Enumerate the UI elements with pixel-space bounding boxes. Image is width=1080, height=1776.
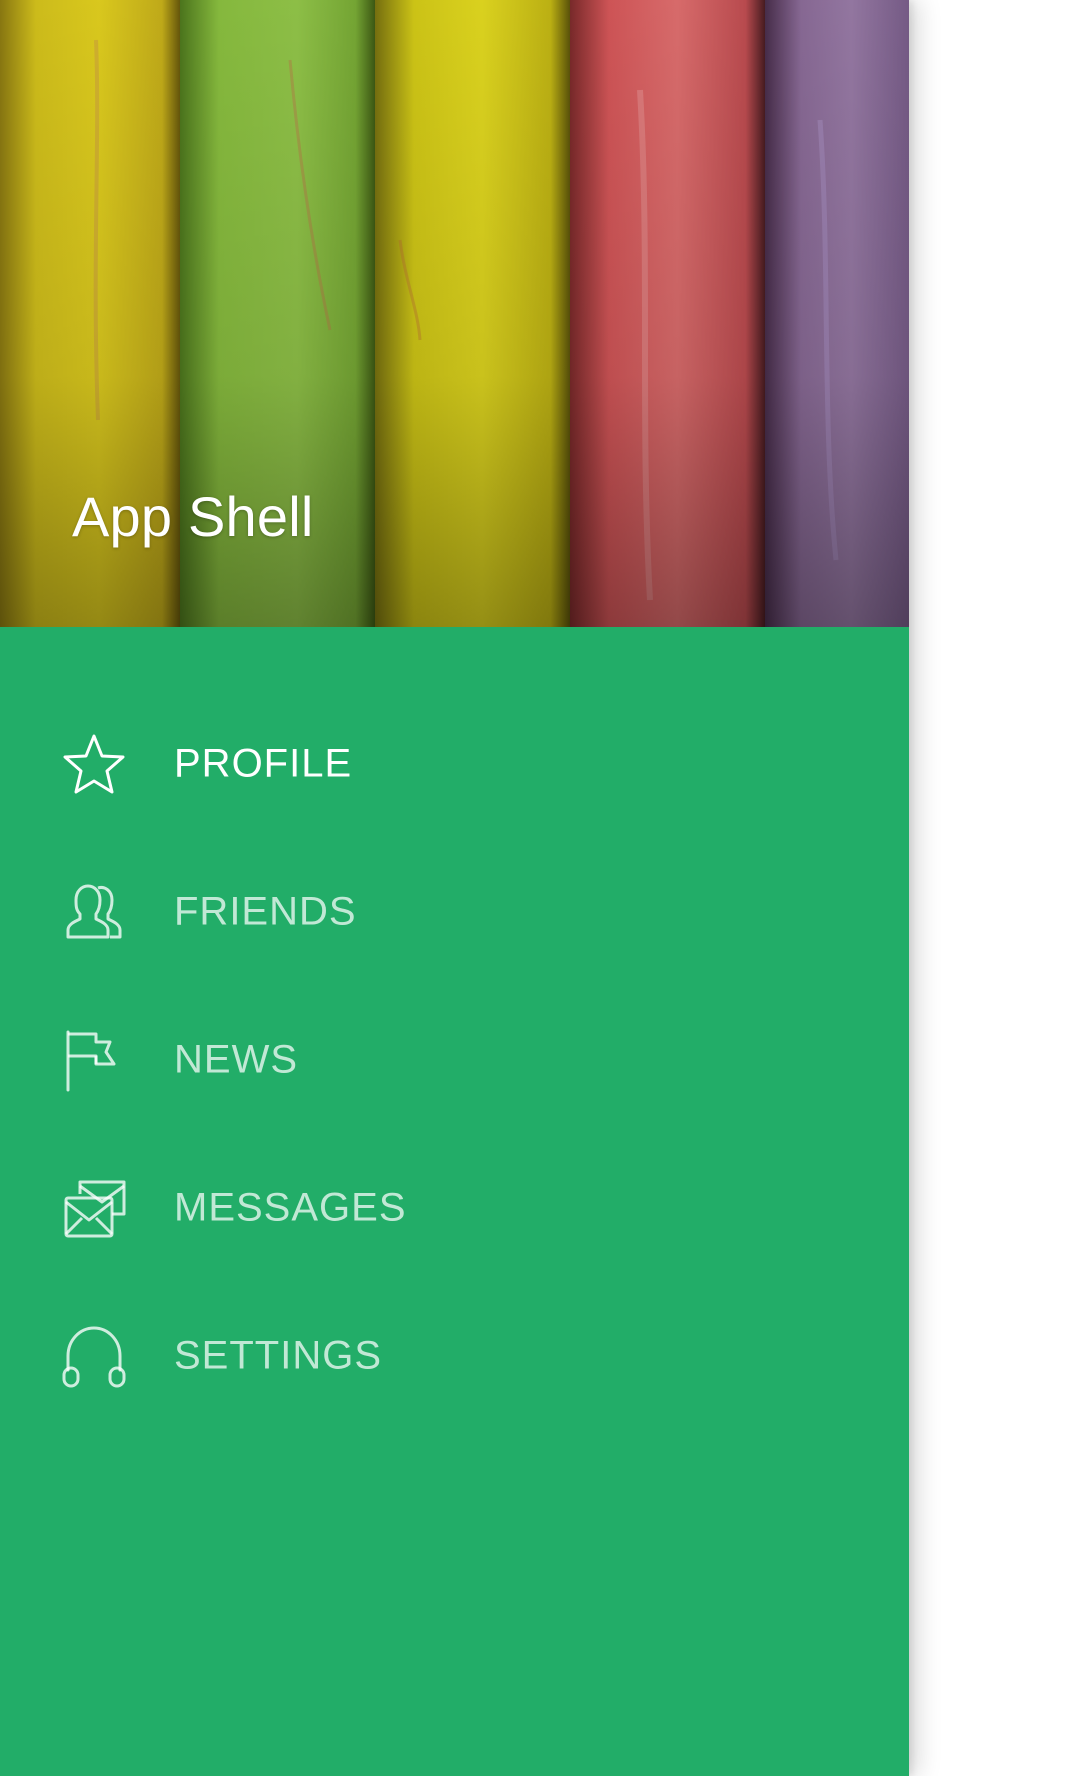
app-title: App Shell (72, 485, 314, 548)
menu-label-settings: SETTINGS (174, 1333, 383, 1378)
menu-label-friends: FRIENDS (174, 889, 357, 934)
drawer-menu: PROFILE FRIENDS NEWS MESSAGES SETTINGS (0, 690, 909, 1430)
menu-label-profile: PROFILE (174, 741, 353, 786)
menu-item-messages[interactable]: MESSAGES (0, 1134, 909, 1282)
menu-item-friends[interactable]: FRIENDS (0, 838, 909, 986)
star-icon (62, 732, 126, 796)
navigation-drawer: App Shell PROFILE FRIENDS NEWS MESSAGES … (0, 0, 909, 1776)
menu-label-news: NEWS (174, 1037, 298, 1082)
menu-item-profile[interactable]: PROFILE (0, 690, 909, 838)
menu-item-settings[interactable]: SETTINGS (0, 1282, 909, 1430)
envelopes-icon (62, 1176, 126, 1240)
app-screen: App Shell PROFILE FRIENDS NEWS MESSAGES … (0, 0, 1080, 1776)
menu-item-news[interactable]: NEWS (0, 986, 909, 1134)
drawer-header: App Shell (0, 0, 909, 627)
people-icon (62, 880, 126, 944)
headphones-icon (62, 1324, 126, 1388)
menu-label-messages: MESSAGES (174, 1185, 407, 1230)
flag-icon (62, 1028, 126, 1092)
